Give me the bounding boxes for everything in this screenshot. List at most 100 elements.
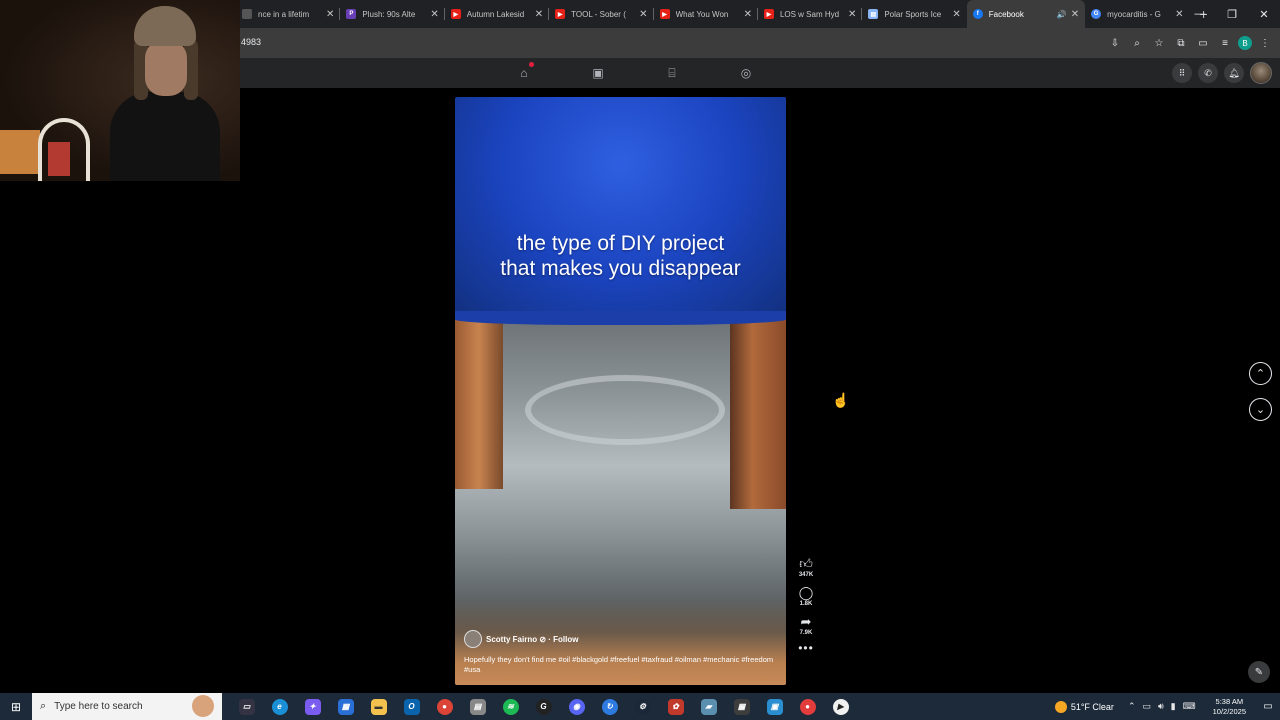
- media-player-icon[interactable]: ▶: [824, 693, 857, 720]
- extensions-icon[interactable]: ⧉: [1172, 34, 1190, 52]
- account-avatar[interactable]: [1250, 62, 1272, 84]
- tab-title: TOOL - Sober (: [571, 9, 626, 19]
- notification-center-icon[interactable]: ▭: [1256, 701, 1280, 712]
- profile-avatar[interactable]: B: [1238, 36, 1252, 50]
- tab-4[interactable]: ▶ What You Won ✕: [654, 0, 758, 28]
- tab-0[interactable]: nce in a lifetim ✕: [236, 0, 341, 28]
- steam-icon[interactable]: ⚙: [626, 693, 659, 720]
- close-tab-icon[interactable]: ✕: [1071, 9, 1079, 20]
- app-icon[interactable]: ▤: [461, 693, 494, 720]
- store-icon[interactable]: ▦: [329, 693, 362, 720]
- tab-5[interactable]: ▶ LOS w Sam Hyd ✕: [758, 0, 863, 28]
- spotify-icon[interactable]: ≋: [494, 693, 527, 720]
- app-icon[interactable]: ▰: [692, 693, 725, 720]
- close-window-button[interactable]: ✕: [1248, 0, 1280, 28]
- clock[interactable]: 5:38 AM 10/2/2025: [1213, 697, 1246, 717]
- keyboard-icon[interactable]: ⌨: [1183, 701, 1196, 712]
- install-icon[interactable]: ⇩: [1106, 34, 1124, 52]
- reel-video[interactable]: the type of DIY project that makes you d…: [455, 97, 786, 685]
- url-field[interactable]: 4983: [241, 37, 261, 47]
- windows-taskbar: ⊞ ⌕ Type here to search ▭ e ✦ ▦ ▬ O ● ▤ …: [0, 693, 1280, 720]
- close-tab-icon[interactable]: ✕: [639, 9, 647, 20]
- calculator-icon[interactable]: ▦: [725, 693, 758, 720]
- menu-grid-icon[interactable]: ⠿: [1172, 63, 1192, 83]
- speaker-icon[interactable]: 🔊︎: [1158, 701, 1164, 712]
- task-view-icon[interactable]: ▭: [230, 693, 263, 720]
- messenger-icon[interactable]: ✆: [1198, 63, 1218, 83]
- comment-button[interactable]: ◯ 1.8K: [799, 585, 814, 607]
- edge-icon[interactable]: e: [263, 693, 296, 720]
- minimize-button[interactable]: —: [1184, 0, 1216, 28]
- weather-icon: [1054, 700, 1067, 713]
- kebab-menu-icon[interactable]: ⋮: [1256, 34, 1274, 52]
- app-icon[interactable]: G: [527, 693, 560, 720]
- battery-icon[interactable]: ▮: [1171, 701, 1176, 712]
- video-blue-barrel: [455, 97, 786, 319]
- app-icon[interactable]: ✿: [659, 693, 692, 720]
- screen: nce in a lifetim ✕ P Plush: 90s Alte ✕ ▶ Aut…: [0, 0, 1280, 720]
- close-tab-icon[interactable]: ✕: [848, 9, 856, 20]
- comment-icon: ◯: [798, 585, 814, 600]
- share-icon: ➦: [800, 614, 812, 629]
- taskbar-search[interactable]: ⌕ Type here to search: [32, 693, 222, 720]
- author-avatar[interactable]: [464, 630, 482, 648]
- cast-icon[interactable]: ▭: [1194, 34, 1212, 52]
- video-icon[interactable]: ▣: [590, 65, 606, 81]
- file-explorer-icon[interactable]: ▬: [362, 693, 395, 720]
- tab-title: LOS w Sam Hyd: [779, 9, 840, 19]
- windows-start-icon[interactable]: ⊞: [0, 693, 32, 720]
- close-tab-icon[interactable]: ✕: [952, 9, 960, 20]
- search-highlight-image: [192, 695, 214, 717]
- speaker-icon[interactable]: 🔊: [1057, 10, 1067, 19]
- chevron-up-icon[interactable]: ⌃: [1128, 701, 1136, 712]
- next-reel-button[interactable]: ⌄: [1249, 398, 1272, 421]
- network-icon[interactable]: ▭: [1142, 701, 1151, 712]
- copilot-icon[interactable]: ✦: [296, 693, 329, 720]
- close-tab-icon[interactable]: ✕: [744, 9, 752, 20]
- more-options-icon[interactable]: •••: [798, 642, 814, 654]
- groups-icon[interactable]: ◎: [738, 65, 754, 81]
- mouse-cursor-icon: ☝: [832, 392, 850, 408]
- like-button[interactable]: 👍︎ 347K: [799, 556, 813, 578]
- reel-caption: the type of DIY project that makes you d…: [455, 231, 786, 281]
- compose-icon[interactable]: ✎: [1248, 661, 1270, 683]
- tab-6[interactable]: ▤ Polar Sports Ice ✕: [862, 0, 966, 28]
- clock-date: 10/2/2025: [1212, 706, 1246, 716]
- tab-3[interactable]: ▶ TOOL - Sober (✕: [549, 0, 654, 28]
- tab-1[interactable]: P Plush: 90s Alte ✕: [340, 0, 445, 28]
- zoom-icon[interactable]: ⌕: [1128, 34, 1146, 52]
- app-icon[interactable]: ▣: [758, 693, 791, 720]
- close-tab-icon[interactable]: ✕: [1175, 9, 1183, 20]
- bell-icon[interactable]: 🔔︎: [1224, 63, 1244, 83]
- discord-icon[interactable]: ◉: [560, 693, 593, 720]
- tab-2[interactable]: ▶ Autumn Lakesid ✕: [445, 0, 550, 28]
- address-bar-actions: ⇩ ⌕ ☆ ⧉ ▭ ≡ B ⋮: [1106, 34, 1274, 52]
- webcam-person-body: [110, 92, 220, 181]
- close-tab-icon[interactable]: ✕: [430, 9, 438, 20]
- outlook-icon[interactable]: O: [395, 693, 428, 720]
- reel-author[interactable]: Scotty Fairno ⊘ · Follow: [464, 630, 578, 648]
- chrome-icon[interactable]: ●: [428, 693, 461, 720]
- media-control-icon[interactable]: ≡: [1216, 34, 1234, 52]
- home-icon[interactable]: ⌂: [516, 62, 534, 81]
- share-button[interactable]: ➦ 7.9K: [800, 614, 813, 636]
- tab-favicon: [242, 9, 252, 19]
- app-icon[interactable]: ↻: [593, 693, 626, 720]
- tab-8[interactable]: Gmyocarditis - G ✕: [1085, 0, 1189, 28]
- tab-title: Autumn Lakesid: [466, 9, 525, 19]
- author-name-follow[interactable]: Scotty Fairno ⊘ · Follow: [486, 635, 578, 644]
- weather-widget[interactable]: 51°F Clear: [1054, 700, 1114, 713]
- close-tab-icon[interactable]: ✕: [535, 9, 543, 20]
- bookmark-star-icon[interactable]: ☆: [1150, 34, 1168, 52]
- app-icon[interactable]: ●: [791, 693, 824, 720]
- previous-reel-button[interactable]: ⌃: [1249, 362, 1272, 385]
- tab-title: Facebook: [988, 9, 1024, 19]
- tab-facebook-active[interactable]: f Facebook 🔊 ✕: [966, 0, 1086, 28]
- video-rust-right: [730, 319, 786, 509]
- close-tab-icon[interactable]: ✕: [326, 9, 334, 20]
- search-icon: ⌕: [40, 700, 47, 712]
- reel-actions: 👍︎ 347K ◯ 1.8K ➦ 7.9K •••: [795, 556, 817, 654]
- tab-title: myocarditis - G: [1107, 9, 1161, 19]
- marketplace-icon[interactable]: ⌸: [664, 65, 680, 81]
- restore-button[interactable]: ❐: [1216, 0, 1248, 28]
